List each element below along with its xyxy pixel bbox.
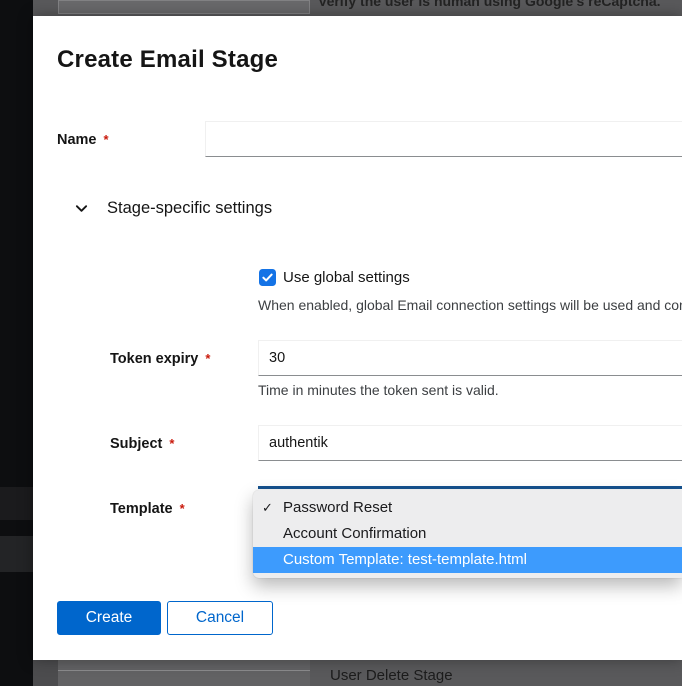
- check-icon: ✓: [262, 495, 280, 521]
- use-global-settings-help: When enabled, global Email connection se…: [258, 297, 682, 313]
- name-input[interactable]: [205, 121, 682, 157]
- dropdown-option-account-confirmation[interactable]: Account Confirmation: [253, 521, 682, 547]
- use-global-settings-checkbox[interactable]: [259, 269, 276, 286]
- background-input-card: [58, 0, 310, 14]
- token-expiry-input[interactable]: [258, 340, 682, 376]
- sidebar-item-shade: [0, 536, 33, 572]
- token-expiry-help: Time in minutes the token sent is valid.: [258, 382, 499, 398]
- template-dropdown-menu: ✓ Password Reset Account Confirmation Cu…: [253, 490, 682, 578]
- cancel-button[interactable]: Cancel: [167, 601, 273, 635]
- background-left-column: [33, 660, 58, 686]
- name-label: Name*: [57, 132, 109, 148]
- background-top-text-clip: Verify the user is human using Google's …: [318, 0, 682, 12]
- required-asterisk: *: [169, 436, 174, 451]
- background-table-cell: [58, 660, 310, 686]
- user-delete-stage-text: User Delete Stage: [330, 667, 453, 684]
- chevron-down-icon[interactable]: [75, 202, 88, 215]
- required-asterisk: *: [205, 351, 210, 366]
- required-asterisk: *: [180, 501, 185, 516]
- token-expiry-label: Token expiry*: [110, 351, 210, 367]
- modal-title: Create Email Stage: [57, 46, 278, 74]
- background-divider: [58, 670, 310, 671]
- recaptcha-help-text: Verify the user is human using Google's …: [318, 0, 661, 9]
- dropdown-option-password-reset[interactable]: ✓ Password Reset: [253, 495, 682, 521]
- screen: Verify the user is human using Google's …: [0, 0, 682, 686]
- template-label: Template*: [110, 501, 185, 517]
- dropdown-option-custom-template[interactable]: Custom Template: test-template.html: [253, 547, 682, 573]
- check-icon: [262, 272, 273, 283]
- stage-specific-settings-toggle[interactable]: Stage-specific settings: [75, 199, 272, 218]
- use-global-settings-label[interactable]: Use global settings: [283, 269, 410, 286]
- template-select-focus-border[interactable]: [258, 486, 682, 489]
- app-sidebar: [0, 0, 33, 686]
- create-email-stage-modal: Create Email Stage Name* Stage-specific …: [33, 16, 682, 660]
- create-button[interactable]: Create: [57, 601, 161, 635]
- sidebar-item-shade: [0, 487, 33, 520]
- section-label: Stage-specific settings: [107, 199, 272, 218]
- required-asterisk: *: [104, 132, 109, 147]
- subject-label: Subject*: [110, 436, 174, 452]
- subject-input[interactable]: [258, 425, 682, 461]
